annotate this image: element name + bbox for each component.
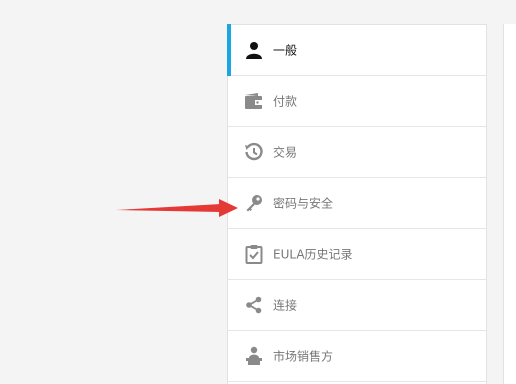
menu-item-marketplace-seller[interactable]: 市场销售方 (228, 331, 486, 382)
menu-item-label: 付款 (273, 94, 298, 109)
share-icon (243, 294, 265, 316)
menu-item-password-security[interactable]: 密码与安全 (228, 178, 486, 229)
menu-item-label: 密码与安全 (273, 196, 334, 211)
user-icon (243, 39, 265, 61)
menu-item-label: 市场销售方 (273, 349, 334, 364)
menu-item-general[interactable]: 一般 (227, 24, 486, 76)
seller-icon (243, 345, 265, 367)
menu-item-connections[interactable]: 连接 (228, 280, 486, 331)
menu-item-label: 一般 (273, 43, 298, 58)
menu-item-eula-history[interactable]: EULA历史记录 (228, 229, 486, 280)
menu-item-label: EULA历史记录 (273, 247, 353, 262)
menu-item-payment[interactable]: 付款 (228, 76, 486, 127)
history-icon (243, 141, 265, 163)
settings-menu: 一般 付款 交易 密码与安全 EULA历史记录 连接 市场销售方 (227, 24, 487, 384)
wallet-icon (243, 90, 265, 112)
key-icon (243, 192, 265, 214)
content-panel-edge (503, 24, 516, 384)
menu-item-label: 连接 (273, 298, 298, 313)
menu-item-transactions[interactable]: 交易 (228, 127, 486, 178)
annotation-arrow (116, 196, 241, 224)
clipboard-check-icon (243, 243, 265, 265)
menu-item-label: 交易 (273, 145, 298, 160)
